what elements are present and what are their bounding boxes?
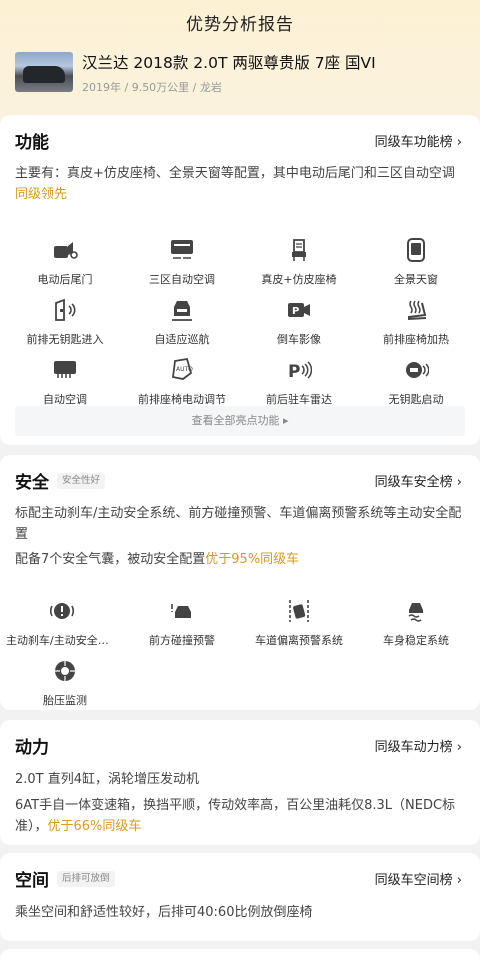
parking-radar-icon: P (288, 361, 312, 382)
tire-pressure-icon (55, 661, 75, 681)
feature-tire-pressure[interactable]: 胎压监测 (5, 658, 125, 708)
space-card: 空间 后排可放倒 同级车空间榜 › 乘坐空间和舒适性较好，后排可40:60比例放… (0, 853, 480, 941)
power-title: 动力 (15, 738, 49, 758)
feature-label: 倒车影像 (277, 333, 321, 346)
feature-power-seat[interactable]: AUTO 前排座椅电动调节 (122, 357, 242, 407)
reverse-camera-icon: P (288, 303, 310, 317)
feature-sunroof[interactable]: 全景天窗 (356, 237, 476, 287)
car-thumbnail (15, 52, 73, 92)
feature-leather-seat[interactable]: 真皮+仿皮座椅 (239, 237, 359, 287)
next-card-peek (0, 949, 480, 979)
power-seat-icon: AUTO (172, 357, 193, 380)
power-tailgate-icon (54, 242, 78, 259)
safety-desc2-highlight: 优于95%同级车 (205, 552, 300, 567)
feature-parking-radar[interactable]: P 前后驻车雷达 (239, 357, 359, 407)
feature-label: 无钥匙启动 (388, 393, 444, 406)
auto-ac-icon (54, 361, 76, 378)
safety-title: 安全 (15, 473, 49, 493)
safety-badge: 安全性好 (57, 473, 106, 489)
feature-label: 三区自动空调 (149, 273, 215, 286)
seat-heating-icon (408, 300, 427, 321)
feature-label: 车身稳定系统 (383, 634, 449, 647)
svg-text:P: P (292, 306, 299, 317)
leather-seat-icon (292, 239, 306, 261)
space-title: 空间 (15, 871, 49, 891)
feature-label: 前后驻车雷达 (266, 393, 332, 406)
function-desc-main: 主要有：真皮+仿皮座椅、全景天窗等配置，其中电动后尾门和三区自动空调 (15, 166, 455, 181)
active-brake-icon (50, 603, 74, 619)
feature-label: 电动后尾门 (37, 273, 93, 286)
safety-rank-link[interactable]: 同级车安全榜 › (375, 471, 462, 490)
feature-label: 全景天窗 (394, 273, 438, 286)
feature-stability-control[interactable]: 车身稳定系统 (356, 598, 476, 648)
svg-text:P: P (288, 362, 300, 382)
feature-seat-heating[interactable]: 前排座椅加热 (356, 297, 476, 347)
lane-departure-icon (289, 600, 309, 622)
feature-label: 车道偏离预警系统 (255, 634, 343, 647)
feature-keyless-entry[interactable]: 前排无钥匙进入 (5, 297, 125, 347)
power-engine-description: 2.0T 直列4缸，涡轮增压发动机 (15, 772, 200, 787)
safety-passive-description: 配备7个安全气囊，被动安全配置优于95%同级车 (0, 549, 480, 570)
power-desc2-highlight: 优于66%同级车 (47, 819, 142, 834)
feature-label: 自动空调 (43, 393, 87, 406)
feature-label: 自适应巡航 (154, 333, 210, 346)
feature-reverse-camera[interactable]: P 倒车影像 (239, 297, 359, 347)
car-summary[interactable]: 汉兰达 2018款 2.0T 两驱尊贵版 7座 国VI 2019年 / 9.50… (15, 52, 376, 95)
safety-desc2-main: 配备7个安全气囊，被动安全配置 (15, 552, 206, 567)
power-card: 动力 同级车动力榜 › 2.0T 直列4缸，涡轮增压发动机 6AT手自一体变速箱… (0, 720, 480, 845)
feature-label: 胎压监测 (43, 694, 87, 707)
feature-label: 前排座椅加热 (383, 333, 449, 346)
panoramic-sunroof-icon (407, 238, 425, 262)
power-rank-link[interactable]: 同级车动力榜 › (375, 736, 462, 755)
function-card: 功能 同级车功能榜 › 主要有：真皮+仿皮座椅、全景天窗等配置，其中电动后尾门和… (0, 115, 480, 445)
feature-climate[interactable]: 三区自动空调 (122, 237, 242, 287)
space-rank-link[interactable]: 同级车空间榜 › (375, 869, 462, 888)
feature-collision-warning[interactable]: 前方碰撞预警 (122, 598, 242, 648)
feature-adaptive-cruise[interactable]: 自适应巡航 (122, 297, 242, 347)
function-description: 主要有：真皮+仿皮座椅、全景天窗等配置，其中电动后尾门和三区自动空调同级领先 (0, 163, 480, 205)
car-name: 汉兰达 2018款 2.0T 两驱尊贵版 7座 国VI (82, 54, 376, 72)
feature-lane-departure[interactable]: 车道偏离预警系统 (239, 598, 359, 648)
climate-control-icon (171, 240, 193, 259)
feature-auto-ac[interactable]: 自动空调 (5, 357, 125, 407)
feature-label: 前方碰撞预警 (149, 634, 215, 647)
keyless-entry-icon (55, 298, 76, 321)
space-description: 乘坐空间和舒适性较好，后排可40:60比例放倒座椅 (15, 905, 313, 920)
car-meta: 2019年 / 9.50万公里 / 龙岩 (82, 81, 222, 94)
adaptive-cruise-icon (172, 301, 192, 321)
keyless-start-icon (406, 362, 429, 378)
safety-description: 标配主动刹车/主动安全系统、前方碰撞预警、车道偏离预警系统等主动安全配置 (15, 506, 462, 542)
feature-label: 真皮+仿皮座椅 (261, 273, 337, 286)
feature-label: 主动刹车/主动安全系统 (6, 634, 118, 647)
feature-power-tailgate[interactable]: 电动后尾门 (5, 237, 125, 287)
function-desc-highlight: 同级领先 (15, 187, 68, 202)
function-title: 功能 (15, 133, 49, 153)
feature-active-brake[interactable]: 主动刹车/主动安全系统 (2, 598, 122, 648)
space-badge: 后排可放倒 (57, 871, 115, 887)
page-title: 优势分析报告 (186, 15, 294, 35)
function-rank-link[interactable]: 同级车功能榜 › (375, 131, 462, 150)
svg-text:AUTO: AUTO (176, 366, 193, 373)
stability-control-icon (408, 603, 423, 622)
collision-warning-icon (171, 604, 191, 618)
safety-card: 安全 安全性好 同级车安全榜 › 标配主动刹车/主动安全系统、前方碰撞预警、车道… (0, 455, 480, 710)
feature-label: 前排无钥匙进入 (26, 333, 104, 346)
feature-label: 前排座椅电动调节 (138, 393, 226, 406)
view-all-features-button[interactable]: 查看全部亮点功能 ▸ (15, 406, 465, 436)
feature-keyless-start[interactable]: 无钥匙启动 (356, 357, 476, 407)
power-transmission-description: 6AT手自一体变速箱，换挡平顺，传动效率高，百公里油耗仅8.3L（NEDC标准）… (0, 795, 480, 837)
